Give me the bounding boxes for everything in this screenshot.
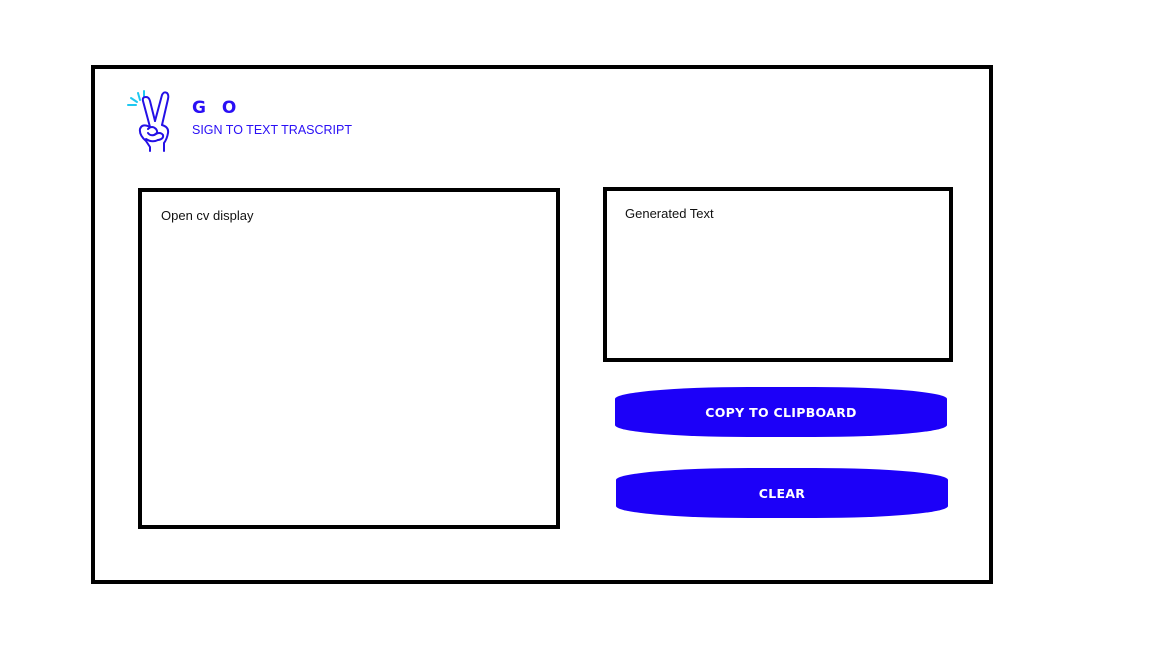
peace-hand-sign-icon [124,87,180,153]
generated-text-label: Generated Text [625,206,714,221]
clear-button[interactable]: CLEAR [616,468,948,518]
copy-to-clipboard-label: COPY TO CLIPBOARD [705,404,857,420]
generated-text-panel[interactable]: Generated Text [603,187,953,362]
app-subtitle: SIGN TO TEXT TRASCRIPT [192,123,352,137]
copy-to-clipboard-button[interactable]: COPY TO CLIPBOARD [615,387,947,437]
clear-button-label: CLEAR [758,485,806,501]
opencv-display-panel: Open cv display [138,188,560,529]
app-window: G O SIGN TO TEXT TRASCRIPT Open cv displ… [91,65,993,584]
app-title: G O [192,98,242,118]
opencv-display-label: Open cv display [161,208,254,223]
